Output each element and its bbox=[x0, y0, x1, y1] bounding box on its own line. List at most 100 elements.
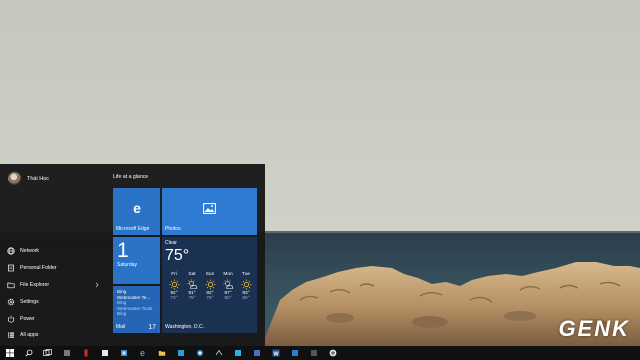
tile-photos[interactable]: Photos bbox=[162, 188, 257, 235]
app-icon bbox=[82, 344, 90, 360]
forecast-day: Sat 91° 75° bbox=[183, 272, 201, 301]
weather-condition: Clear bbox=[165, 240, 177, 246]
tile-label: Photos bbox=[165, 226, 181, 232]
taskbar-app[interactable] bbox=[76, 346, 95, 360]
menu-item-label: Settings bbox=[20, 298, 39, 305]
genk-watermark: GENK bbox=[558, 316, 630, 341]
taskbar-search-button[interactable] bbox=[19, 346, 38, 360]
taskbar-app[interactable] bbox=[190, 346, 209, 360]
forecast-day-name: Sun bbox=[205, 272, 215, 277]
app-icon bbox=[63, 344, 71, 360]
forecast-day: Fri 92° 73° bbox=[165, 272, 183, 301]
calendar-day: 1 bbox=[117, 239, 129, 262]
task-view-button[interactable] bbox=[38, 346, 57, 360]
partly-cloudy-icon bbox=[186, 279, 198, 290]
forecast-day-name: Mon bbox=[223, 272, 233, 277]
menu-item-label: File Explorer bbox=[20, 281, 50, 288]
forecast-day-name: Fri bbox=[171, 272, 177, 277]
tile-calendar[interactable]: 1 Saturday bbox=[113, 237, 160, 284]
forecast-day: Mon 97° 80° bbox=[219, 272, 237, 301]
taskbar-app[interactable] bbox=[114, 346, 133, 360]
partly-cloudy-icon bbox=[222, 279, 234, 290]
tile-label: Microsoft Edge bbox=[116, 226, 150, 232]
edge-logo-icon: e bbox=[133, 200, 141, 216]
tile-microsoft-edge[interactable]: e Microsoft Edge bbox=[113, 188, 160, 235]
calendar-weekday: Saturday bbox=[117, 262, 138, 268]
app-icon bbox=[120, 344, 128, 360]
network-icon bbox=[6, 246, 16, 256]
taskbar-app[interactable] bbox=[171, 346, 190, 360]
gear-icon bbox=[6, 297, 16, 307]
weather-forecast: Fri 92° 73° Sat 91° 75° Sun 92° 76° Mon … bbox=[165, 272, 255, 301]
forecast-day: Tue 93° 80° bbox=[237, 272, 255, 301]
chevron-right-icon[interactable] bbox=[95, 282, 99, 290]
sun-icon bbox=[169, 279, 180, 290]
menu-item-all-apps[interactable]: All apps bbox=[6, 327, 102, 344]
mail-preview: Bing Webmaster Te... Bing Webmaster Tool… bbox=[117, 289, 157, 317]
svg-text:W: W bbox=[273, 351, 279, 357]
app-icon bbox=[253, 344, 261, 360]
app-icon bbox=[234, 344, 242, 360]
mail-unread-count: 17 bbox=[148, 324, 156, 331]
power-icon bbox=[6, 314, 16, 324]
sun-icon bbox=[205, 279, 216, 290]
menu-item-personal-folder[interactable]: Personal Folder bbox=[6, 260, 102, 277]
app-icon bbox=[310, 344, 318, 360]
task-view-icon bbox=[43, 344, 52, 360]
user-account[interactable]: Thái Học bbox=[8, 172, 49, 185]
folder-icon bbox=[6, 263, 16, 273]
app-icon bbox=[215, 344, 223, 360]
forecast-low: 80° bbox=[242, 296, 250, 301]
taskbar-app[interactable] bbox=[228, 346, 247, 360]
menu-item-label: Personal Folder bbox=[20, 265, 57, 272]
app-icon bbox=[291, 344, 299, 360]
menu-item-label: Network bbox=[20, 248, 40, 255]
weather-temperature: 75° bbox=[165, 247, 190, 264]
taskbar-app-edge[interactable]: e bbox=[133, 346, 152, 360]
taskbar-app[interactable] bbox=[152, 346, 171, 360]
windows-logo-icon bbox=[5, 344, 14, 360]
tile-mail[interactable]: Bing Webmaster Te... Bing Webmaster Tool… bbox=[113, 286, 160, 333]
taskbar-app[interactable] bbox=[247, 346, 266, 360]
weather-location: Washington, D.C. bbox=[165, 324, 204, 330]
photos-icon bbox=[203, 203, 216, 216]
avatar bbox=[8, 172, 21, 185]
forecast-low: 80° bbox=[224, 296, 232, 301]
edge-taskbar-icon: e bbox=[139, 348, 145, 358]
tile-weather[interactable]: Clear 75° Fri 92° 73° Sat 91° 75° Sun 92… bbox=[162, 237, 257, 333]
menu-item-network[interactable]: Network bbox=[6, 243, 102, 260]
chrome-icon bbox=[329, 344, 337, 360]
forecast-low: 75° bbox=[188, 296, 196, 301]
app-icon bbox=[177, 344, 185, 360]
taskbar-app[interactable] bbox=[57, 346, 76, 360]
mail-line: Bing bbox=[117, 311, 127, 317]
taskbar-app-word[interactable]: W bbox=[266, 346, 285, 360]
taskbar-app-chrome[interactable] bbox=[323, 346, 342, 360]
taskbar-app[interactable] bbox=[95, 346, 114, 360]
tile-group-title: Life at a glance bbox=[113, 174, 149, 180]
user-name: Thái Học bbox=[27, 175, 50, 182]
sun-icon bbox=[241, 279, 252, 290]
forecast-day-name: Tue bbox=[241, 272, 251, 277]
menu-item-label: Power bbox=[20, 315, 35, 322]
taskbar-app[interactable] bbox=[304, 346, 323, 360]
start-button[interactable] bbox=[0, 346, 19, 360]
file-explorer-icon bbox=[6, 280, 16, 290]
app-icon bbox=[158, 344, 166, 360]
forecast-low: 76° bbox=[206, 296, 214, 301]
menu-item-power[interactable]: Power bbox=[6, 310, 102, 327]
all-apps-icon bbox=[6, 330, 16, 340]
taskbar-app[interactable] bbox=[285, 346, 304, 360]
menu-item-settings[interactable]: Settings bbox=[6, 293, 102, 310]
search-icon bbox=[24, 344, 33, 360]
start-menu-list: Network Personal Folder File Explorer Se… bbox=[6, 243, 102, 344]
app-icon bbox=[196, 344, 204, 360]
taskbar-app[interactable] bbox=[209, 346, 228, 360]
tile-label: Mail bbox=[116, 324, 126, 330]
word-icon: W bbox=[272, 344, 280, 360]
menu-item-file-explorer[interactable]: File Explorer bbox=[6, 277, 102, 294]
app-icon bbox=[101, 344, 109, 360]
taskbar: e W bbox=[0, 346, 640, 360]
forecast-low: 73° bbox=[170, 296, 178, 301]
forecast-day-name: Sat bbox=[188, 272, 196, 277]
